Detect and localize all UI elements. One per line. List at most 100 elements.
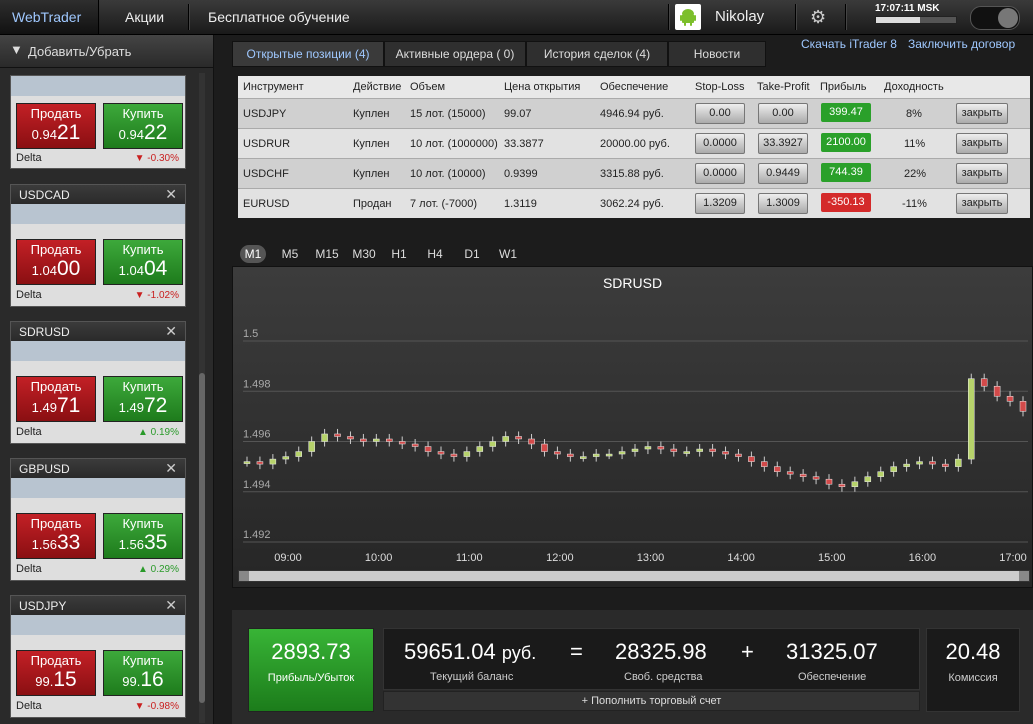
close-icon[interactable]: ✕: [165, 460, 177, 477]
sell-label: Продать: [30, 516, 82, 531]
candle: [955, 458, 962, 467]
table-row[interactable]: USDJPY Куплен 15 лот. (15000) 99.07 4946…: [238, 98, 1030, 128]
take-profit-button[interactable]: 0.00: [758, 103, 808, 124]
card-symbol: USDCAD: [19, 188, 70, 202]
take-profit-button[interactable]: 1.3009: [758, 193, 808, 214]
close-position-button[interactable]: закрыть: [956, 193, 1008, 214]
price-prefix: 1.04: [31, 263, 57, 278]
tab-active-orders[interactable]: Активные ордера ( 0): [384, 41, 526, 67]
close-position-button[interactable]: закрыть: [956, 163, 1008, 184]
tab-trade-history[interactable]: История сделок (4): [526, 41, 668, 67]
cell-instrument: USDJPY: [243, 108, 287, 120]
equals-sign: =: [570, 639, 583, 664]
column-header: Прибыль: [820, 81, 867, 93]
delta-label: Delta: [16, 289, 42, 301]
close-position-button[interactable]: закрыть: [956, 133, 1008, 154]
timeframe-m5[interactable]: M5: [278, 245, 302, 263]
user-name[interactable]: Nikolay: [715, 0, 764, 34]
timeframe-m1[interactable]: M1: [240, 245, 266, 263]
close-icon[interactable]: ✕: [165, 597, 177, 614]
margin-value: 31325.07: [786, 639, 878, 664]
pnl-value: 2893.73: [271, 639, 351, 664]
add-remove-button[interactable]: ▼ Добавить/Убрать: [0, 35, 213, 68]
candle: [1019, 401, 1027, 412]
timeframe-h4[interactable]: H4: [425, 245, 445, 263]
buy-button[interactable]: Купить 1.4972: [103, 376, 183, 422]
table-row[interactable]: USDRUR Куплен 10 лот. (1000000) 33.3877 …: [238, 128, 1030, 158]
delta-value: ▼ -1.02%: [134, 290, 179, 301]
candle: [709, 448, 716, 452]
candle: [838, 483, 846, 487]
nav-item-training[interactable]: Бесплатное обучение: [208, 0, 350, 34]
cell-open-price: 99.07: [504, 108, 532, 120]
buy-button[interactable]: Купить 1.5635: [103, 513, 183, 559]
close-icon[interactable]: ✕: [165, 186, 177, 203]
nav-item-stocks[interactable]: Акции: [125, 0, 164, 34]
buy-button[interactable]: Купить 99.16: [103, 650, 183, 696]
candle: [360, 438, 367, 442]
theme-toggle[interactable]: [970, 6, 1020, 30]
cell-volume: 7 лот. (-7000): [410, 198, 477, 210]
timeframe-w1[interactable]: W1: [497, 245, 519, 263]
stop-loss-button[interactable]: 0.0000: [695, 133, 745, 154]
candle: [618, 451, 626, 455]
take-profit-button[interactable]: 33.3927: [758, 133, 808, 154]
price-pips: 15: [53, 668, 77, 691]
sell-button[interactable]: Продать 99.15: [16, 650, 96, 696]
buy-button[interactable]: Купить 1.0404: [103, 239, 183, 285]
candle: [877, 471, 884, 477]
timeframe-h1[interactable]: H1: [389, 245, 409, 263]
price-chart[interactable]: SDRUSD 1.5 1.498 1.496 1.494 1.492 09:00 10:00…: [232, 266, 1033, 588]
take-profit-button[interactable]: 0.9449: [758, 163, 808, 184]
sell-button[interactable]: Продать 0.9421: [16, 103, 96, 149]
timeframe-m30[interactable]: M30: [349, 245, 379, 263]
timeframe-d1[interactable]: D1: [462, 245, 482, 263]
table-row[interactable]: USDCHF Куплен 10 лот. (10000) 0.9399 331…: [238, 158, 1030, 188]
candle: [256, 461, 264, 465]
tab-open-positions[interactable]: Открытые позиции (4): [232, 41, 384, 67]
close-position-button[interactable]: закрыть: [956, 103, 1008, 124]
close-icon[interactable]: ✕: [165, 323, 177, 340]
timeframe-m15[interactable]: M15: [312, 245, 342, 263]
download-link[interactable]: Скачать iTrader 8: [801, 37, 897, 51]
sell-button[interactable]: Продать 1.5633: [16, 513, 96, 559]
chart-canvas[interactable]: 1.5 1.498 1.496 1.494 1.49209:00 10:00 11:00 12…: [233, 267, 1032, 587]
stop-loss-button[interactable]: 0.00: [695, 103, 745, 124]
card-header: SDRUSD ✕: [11, 322, 185, 341]
y-tick-label: 1.494: [243, 479, 271, 491]
cell-instrument: USDRUR: [243, 138, 291, 150]
card-symbol: USDJPY: [19, 599, 67, 613]
stop-loss-button[interactable]: 0.0000: [695, 163, 745, 184]
card-header: GBPUSD ✕: [11, 459, 185, 478]
pnl-label: Прибыль/Убыток: [267, 672, 355, 684]
cell-volume: 10 лот. (1000000): [410, 138, 498, 150]
panel-scrollbar[interactable]: [199, 73, 205, 723]
chart-scrollbar-thumb[interactable]: [249, 571, 1019, 581]
cell-margin: 3315.88 руб.: [600, 168, 664, 180]
chart-scrollbar[interactable]: [238, 570, 1030, 582]
tab-news[interactable]: Новости: [668, 41, 766, 67]
candle: [657, 446, 665, 450]
profit-badge: -350.13: [821, 193, 871, 212]
add-funds-button[interactable]: + Пополнить торговый счет: [383, 691, 920, 711]
price-prefix: 1.56: [118, 537, 144, 552]
gear-icon[interactable]: ⚙: [810, 7, 826, 28]
candle: [1006, 396, 1014, 402]
candle: [592, 453, 600, 457]
price-prefix: 1.49: [118, 400, 144, 415]
contract-link[interactable]: Заключить договор: [908, 37, 1015, 51]
android-icon[interactable]: [675, 4, 701, 30]
sell-button[interactable]: Продать 1.4971: [16, 376, 96, 422]
scrollbar-thumb[interactable]: [199, 373, 205, 703]
candle: [424, 446, 432, 452]
stop-loss-button[interactable]: 1.3209: [695, 193, 745, 214]
positions-table: Инструмент Действие Объем Цена открытия …: [238, 76, 1030, 218]
cell-margin: 3062.24 руб.: [600, 198, 664, 210]
delta-value: ▲ 0.19%: [137, 427, 179, 438]
buy-button[interactable]: Купить 0.9422: [103, 103, 183, 149]
table-row[interactable]: EURUSD Продан 7 лот. (-7000) 1.3119 3062…: [238, 188, 1030, 218]
sell-button[interactable]: Продать 1.0400: [16, 239, 96, 285]
delta-label: Delta: [16, 152, 42, 164]
candle: [980, 378, 988, 387]
nav-brand[interactable]: WebTrader: [0, 0, 99, 34]
